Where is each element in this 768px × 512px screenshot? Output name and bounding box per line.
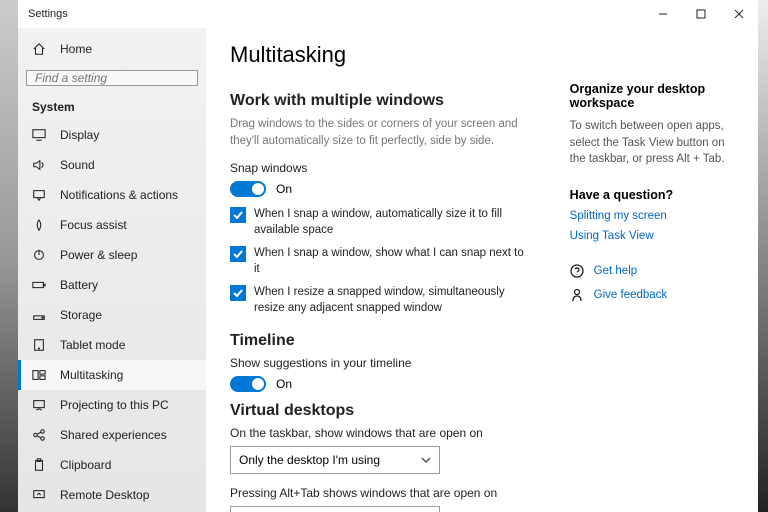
link-task-view[interactable]: Using Task View (570, 230, 734, 242)
sidebar-item-projecting[interactable]: Projecting to this PC (18, 390, 206, 420)
sidebar-item-shared[interactable]: Shared experiences (18, 420, 206, 450)
battery-icon (32, 278, 46, 292)
snap-check-1[interactable]: When I snap a window, automatically size… (230, 207, 530, 238)
chevron-down-icon (421, 457, 431, 463)
sidebar: Home System Display Sound Notifications … (18, 28, 206, 512)
sound-icon (32, 158, 46, 172)
clipboard-icon (32, 458, 46, 472)
home-icon (32, 42, 46, 56)
snap-check-2[interactable]: When I snap a window, show what I can sn… (230, 246, 530, 277)
section-head-timeline: Timeline (230, 332, 530, 350)
checkbox-icon (230, 246, 246, 262)
content-area: Home System Display Sound Notifications … (18, 28, 758, 512)
tablet-icon (32, 338, 46, 352)
timeline-label: Show suggestions in your timeline (230, 356, 530, 370)
settings-window: Settings Home System Display Sound Notif… (18, 0, 758, 512)
snap-toggle[interactable]: On (230, 181, 530, 197)
section-head-vd: Virtual desktops (230, 402, 530, 420)
maximize-button[interactable] (682, 0, 720, 28)
vd-alttab-select[interactable]: Only the desktop I'm using (230, 506, 440, 512)
sidebar-item-label: Power & sleep (60, 248, 137, 262)
sidebar-item-battery[interactable]: Battery (18, 270, 206, 300)
settings-column: Work with multiple windows Drag windows … (230, 82, 530, 512)
select-value: Only the desktop I'm using (239, 453, 380, 467)
snap-toggle-state: On (276, 182, 292, 196)
remote-desktop-icon (32, 488, 46, 502)
projecting-icon (32, 398, 46, 412)
sidebar-item-label: Notifications & actions (60, 188, 178, 202)
sidebar-item-label: Sound (60, 158, 95, 172)
sidebar-item-power[interactable]: Power & sleep (18, 240, 206, 270)
sidebar-item-tablet-mode[interactable]: Tablet mode (18, 330, 206, 360)
give-feedback-link[interactable]: Give feedback (570, 288, 734, 302)
sidebar-item-label: Battery (60, 278, 98, 292)
group-header-system: System (18, 90, 206, 120)
vd-q2: Pressing Alt+Tab shows windows that are … (230, 486, 530, 500)
check-label: When I snap a window, show what I can sn… (254, 246, 530, 277)
snap-toggle-label: Snap windows (230, 161, 530, 175)
check-label: When I snap a window, automatically size… (254, 207, 530, 238)
home-label: Home (60, 42, 92, 56)
toggle-switch-icon (230, 376, 266, 392)
give-feedback-label: Give feedback (594, 289, 668, 301)
multitasking-icon (32, 368, 46, 382)
link-splitting-screen[interactable]: Splitting my screen (570, 210, 734, 222)
search-input[interactable] (35, 71, 192, 85)
checkbox-icon (230, 207, 246, 223)
sidebar-item-remote-desktop[interactable]: Remote Desktop (18, 480, 206, 510)
main-content: Multitasking Work with multiple windows … (206, 28, 758, 512)
snap-check-3[interactable]: When I resize a snapped window, simultan… (230, 285, 530, 316)
question-head: Have a question? (570, 188, 734, 202)
toggle-switch-icon (230, 181, 266, 197)
vd-q1: On the taskbar, show windows that are op… (230, 426, 530, 440)
timeline-toggle[interactable]: On (230, 376, 530, 392)
check-label: When I resize a snapped window, simultan… (254, 285, 530, 316)
window-title: Settings (28, 8, 68, 20)
title-bar: Settings (18, 0, 758, 28)
minimize-button[interactable] (644, 0, 682, 28)
background-right (758, 0, 768, 512)
sidebar-item-label: Storage (60, 308, 102, 322)
window-controls (644, 0, 758, 28)
home-button[interactable]: Home (18, 36, 206, 62)
help-column: Organize your desktop workspace To switc… (570, 82, 734, 512)
sidebar-item-label: Multitasking (60, 368, 123, 382)
notifications-icon (32, 188, 46, 202)
checkbox-icon (230, 285, 246, 301)
focus-assist-icon (32, 218, 46, 232)
background-left (0, 0, 18, 512)
sidebar-item-storage[interactable]: Storage (18, 300, 206, 330)
search-box[interactable] (26, 70, 198, 86)
sidebar-item-focus-assist[interactable]: Focus assist (18, 210, 206, 240)
nav-list: Display Sound Notifications & actions Fo… (18, 120, 206, 510)
power-icon (32, 248, 46, 262)
organize-head: Organize your desktop workspace (570, 82, 734, 110)
sidebar-item-label: Remote Desktop (60, 488, 149, 502)
timeline-toggle-state: On (276, 377, 292, 391)
sidebar-item-label: Focus assist (60, 218, 127, 232)
sidebar-item-notifications[interactable]: Notifications & actions (18, 180, 206, 210)
storage-icon (32, 308, 46, 322)
sidebar-item-label: Shared experiences (60, 428, 167, 442)
close-button[interactable] (720, 0, 758, 28)
sidebar-item-label: Clipboard (60, 458, 111, 472)
display-icon (32, 128, 46, 142)
sidebar-item-multitasking[interactable]: Multitasking (18, 360, 206, 390)
organize-desc: To switch between open apps, select the … (570, 118, 734, 168)
shared-icon (32, 428, 46, 442)
vd-taskbar-select[interactable]: Only the desktop I'm using (230, 446, 440, 474)
sidebar-item-sound[interactable]: Sound (18, 150, 206, 180)
page-title: Multitasking (230, 42, 734, 68)
sidebar-item-label: Display (60, 128, 99, 142)
section-head-snap: Work with multiple windows (230, 92, 530, 110)
snap-description: Drag windows to the sides or corners of … (230, 116, 530, 149)
sidebar-item-clipboard[interactable]: Clipboard (18, 450, 206, 480)
sidebar-item-display[interactable]: Display (18, 120, 206, 150)
get-help-label: Get help (594, 265, 637, 277)
sidebar-item-label: Projecting to this PC (60, 398, 169, 412)
help-icon (570, 264, 584, 278)
feedback-icon (570, 288, 584, 302)
sidebar-item-label: Tablet mode (60, 338, 125, 352)
get-help-link[interactable]: Get help (570, 264, 734, 278)
